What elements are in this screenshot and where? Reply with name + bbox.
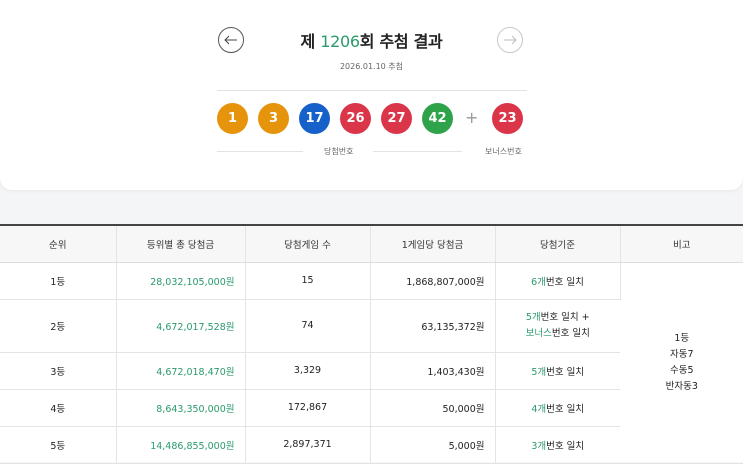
winner-count-cell: 3,329: [245, 352, 370, 389]
criteria-text: 번호 일치: [552, 328, 590, 339]
winning-numbers-caption: 당첨번호: [324, 146, 353, 157]
total-prize-cell: 4,672,018,470원: [116, 352, 245, 389]
note-line: 자동7: [621, 347, 743, 363]
criteria-match-count: 6개: [531, 277, 546, 288]
col-header-winner-count: 당첨게임 수: [245, 226, 370, 262]
next-round-button[interactable]: [497, 27, 523, 53]
rank-cell: 1등: [0, 262, 116, 299]
draw-date: 2026.01.10 추첨: [250, 61, 493, 72]
prize-per-game-cell: 1,868,807,000원: [370, 262, 495, 299]
note-line: 1등: [621, 331, 743, 347]
winning-ball-5: 27: [381, 103, 412, 134]
criteria-cell: 6개번호 일치: [495, 262, 620, 299]
criteria-match-count: 5개: [531, 367, 546, 378]
prize-table: 순위 등위별 총 당첨금 당첨게임 수 1게임당 당첨금 당첨기준 비고 1등 …: [0, 224, 743, 462]
bonus-ball: 23: [492, 103, 523, 134]
criteria-bonus-label: 보너스: [526, 328, 552, 339]
col-header-note: 비고: [620, 226, 743, 262]
col-header-rank: 순위: [0, 226, 116, 262]
prize-per-game-cell: 1,403,430원: [370, 352, 495, 389]
criteria-cell: 5개번호 일치 + 보너스번호 일치: [495, 299, 620, 352]
total-prize-cell: 14,486,855,000원: [116, 426, 245, 463]
winning-caption-line-left: [217, 151, 303, 152]
winning-ball-4: 26: [340, 103, 371, 134]
draw-result-card: 제 1206회 추첨 결과 2026.01.10 추첨 1 3 17 26 27…: [0, 0, 743, 190]
col-header-total-prize: 등위별 총 당첨금: [116, 226, 245, 262]
arrow-left-icon: [224, 35, 238, 45]
col-header-prize-per-game: 1게임당 당첨금: [370, 226, 495, 262]
criteria-match-count: 5개: [526, 312, 541, 323]
criteria-cell: 5개번호 일치: [495, 352, 620, 389]
plus-sign: +: [465, 108, 478, 127]
arrow-right-icon: [503, 35, 517, 45]
divider: [217, 90, 527, 91]
table-row: 1등 28,032,105,000원 15 1,868,807,000원 6개번…: [0, 262, 743, 299]
prize-per-game-cell: 50,000원: [370, 389, 495, 426]
table-header-row: 순위 등위별 총 당첨금 당첨게임 수 1게임당 당첨금 당첨기준 비고: [0, 226, 743, 262]
winner-count-cell: 172,867: [245, 389, 370, 426]
page-title: 제 1206회 추첨 결과: [250, 28, 493, 52]
note-cell: 1등 자동7 수동5 반자동3: [620, 262, 743, 463]
total-prize-cell: 4,672,017,528원: [116, 299, 245, 352]
previous-round-button[interactable]: [218, 27, 244, 53]
winner-count-cell: 2,897,371: [245, 426, 370, 463]
winning-ball-1: 1: [217, 103, 248, 134]
criteria-cell: 4개번호 일치: [495, 389, 620, 426]
winning-ball-2: 3: [258, 103, 289, 134]
rank-cell: 5등: [0, 426, 116, 463]
rank-cell: 4등: [0, 389, 116, 426]
winning-ball-6: 42: [422, 103, 453, 134]
title-suffix: 회 추첨 결과: [360, 32, 443, 51]
criteria-match-count: 3개: [531, 441, 546, 452]
round-number: 1206: [320, 32, 360, 51]
total-prize-cell: 28,032,105,000원: [116, 262, 245, 299]
winner-count-cell: 15: [245, 262, 370, 299]
rank-cell: 3등: [0, 352, 116, 389]
criteria-match-count: 4개: [531, 404, 546, 415]
note-line: 반자동3: [621, 379, 743, 395]
winner-count-cell: 74: [245, 299, 370, 352]
winning-caption-line-right: [373, 151, 462, 152]
prize-per-game-cell: 63,135,372원: [370, 299, 495, 352]
criteria-text: 번호 일치 +: [541, 312, 590, 323]
criteria-cell: 3개번호 일치: [495, 426, 620, 463]
prize-per-game-cell: 5,000원: [370, 426, 495, 463]
col-header-criteria: 당첨기준: [495, 226, 620, 262]
criteria-text: 번호 일치: [546, 367, 584, 378]
title-prefix: 제: [301, 32, 315, 51]
winning-ball-3: 17: [299, 103, 330, 134]
criteria-text: 번호 일치: [546, 277, 584, 288]
rank-cell: 2등: [0, 299, 116, 352]
bonus-number-caption: 보너스번호: [485, 146, 522, 157]
criteria-text: 번호 일치: [546, 404, 584, 415]
criteria-text: 번호 일치: [546, 441, 584, 452]
total-prize-cell: 8,643,350,000원: [116, 389, 245, 426]
note-line: 수동5: [621, 363, 743, 379]
